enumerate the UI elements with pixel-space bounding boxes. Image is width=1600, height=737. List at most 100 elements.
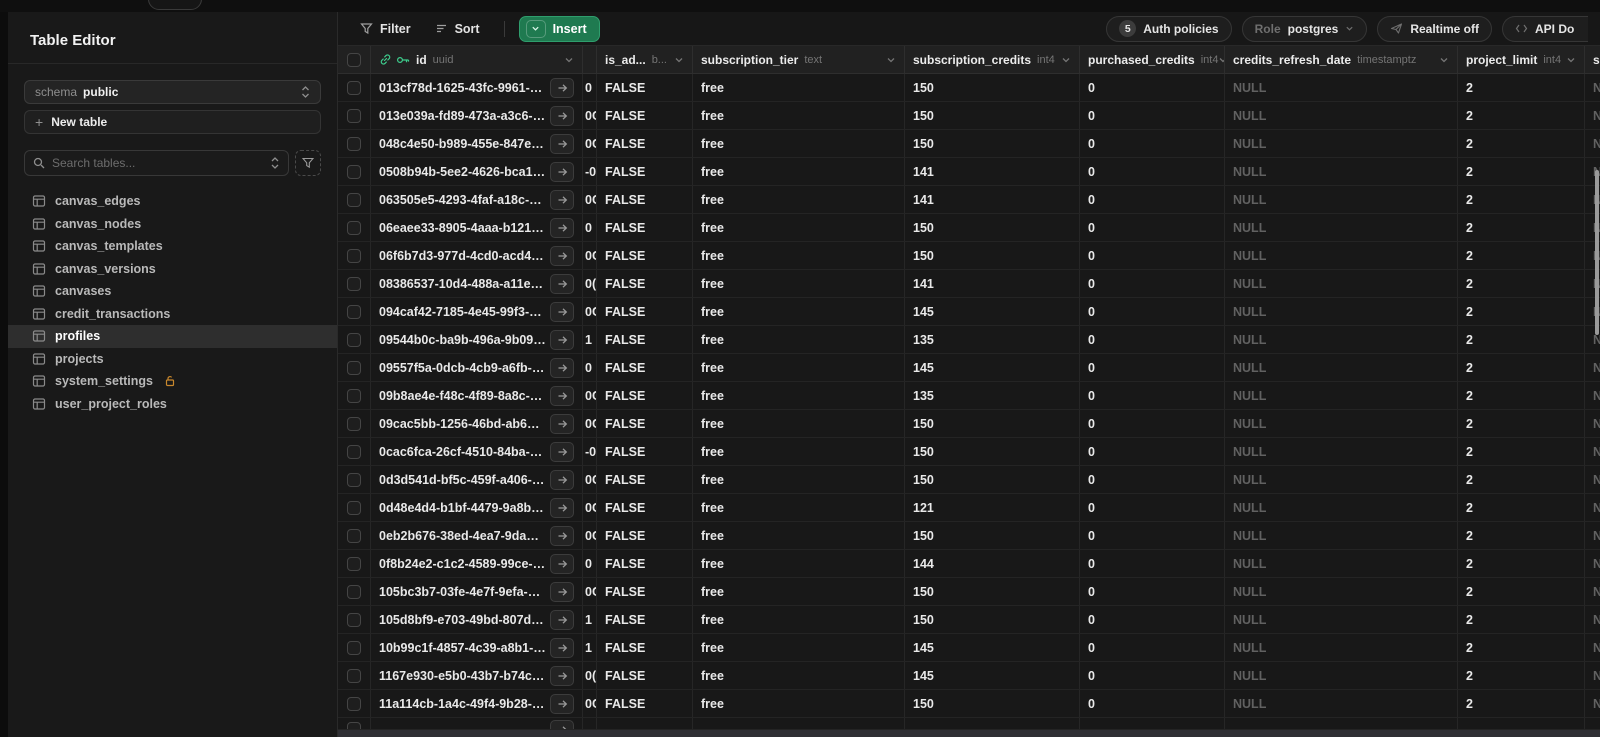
cell-subscription-credits[interactable]: 145 [905, 634, 1080, 661]
expand-row-button[interactable] [550, 245, 574, 266]
cell-purchased-credits[interactable]: 0 [1080, 214, 1225, 241]
cell-purchased-credits[interactable]: 0 [1080, 186, 1225, 213]
sidebar-item-user_project_roles[interactable]: user_project_roles [8, 393, 337, 416]
cell-subscription-tier[interactable]: free [693, 550, 905, 577]
cell-id[interactable]: 06f6b7d3-977d-4cd0-acd4-4a78... [371, 242, 583, 269]
cell-clipped-right[interactable]: NU [1585, 438, 1600, 465]
cell-subscription-credits[interactable]: 150 [905, 214, 1080, 241]
cell-subscription-credits[interactable]: 135 [905, 382, 1080, 409]
cell-subscription-tier[interactable]: free [693, 326, 905, 353]
cell-is-admin[interactable]: FALSE [597, 326, 693, 353]
cell-subscription-credits[interactable]: 145 [905, 662, 1080, 689]
expand-row-button[interactable] [550, 385, 574, 406]
cell-id[interactable]: 094caf42-7185-4e45-99f3-14abee... [371, 298, 583, 325]
cell-subscription-credits[interactable]: 135 [905, 326, 1080, 353]
cell-subscription-tier[interactable]: free [693, 494, 905, 521]
sidebar-item-canvas_edges[interactable]: canvas_edges [8, 190, 337, 213]
cell-clipped-right[interactable]: NU [1585, 354, 1600, 381]
cell-credits-refresh-date[interactable]: NULL [1225, 242, 1458, 269]
cell-credits-refresh-date[interactable]: NULL [1225, 102, 1458, 129]
cell-is-admin[interactable]: FALSE [597, 690, 693, 717]
row-checkbox[interactable] [347, 696, 361, 711]
cell-credits-refresh-date[interactable]: NULL [1225, 466, 1458, 493]
cell-credits-refresh-date[interactable]: NULL [1225, 186, 1458, 213]
cell-project-limit[interactable]: 2 [1458, 354, 1585, 381]
cell-subscription-tier[interactable]: free [693, 74, 905, 101]
chevron-down-icon[interactable] [1061, 55, 1071, 65]
cell-id[interactable]: 09557f5a-0dcb-4cb9-a6fb-fff366... [371, 354, 583, 381]
row-checkbox[interactable] [347, 248, 361, 263]
cell-project-limit[interactable]: 2 [1458, 102, 1585, 129]
expand-row-button[interactable] [550, 301, 574, 322]
horizontal-scrollbar[interactable] [338, 730, 1600, 737]
cell-is-admin[interactable]: FALSE [597, 298, 693, 325]
cell-id[interactable]: 105bc3b7-03fe-4e7f-9efa-21bb40... [371, 578, 583, 605]
sidebar-item-projects[interactable]: projects [8, 348, 337, 371]
cell-credits-refresh-date[interactable]: NULL [1225, 298, 1458, 325]
chevron-down-icon[interactable] [674, 55, 684, 65]
cell-purchased-credits[interactable]: 0 [1080, 662, 1225, 689]
cell-credits-refresh-date[interactable]: NULL [1225, 158, 1458, 185]
sidebar-filter-button[interactable] [295, 150, 321, 176]
row-checkbox[interactable] [347, 360, 361, 375]
cell-subscription-tier[interactable]: free [693, 522, 905, 549]
cell-clipped[interactable]: 0 [583, 214, 597, 241]
cell-id[interactable]: 105d8bf9-e703-49bd-807d-645e... [371, 606, 583, 633]
cell-id[interactable]: 0eb2b676-38ed-4ea7-9dad-38e6... [371, 522, 583, 549]
sidebar-item-system_settings[interactable]: system_settings [8, 370, 337, 393]
cell-purchased-credits[interactable]: 0 [1080, 158, 1225, 185]
column-header-subscription-credits[interactable]: subscription_credits int4 [905, 46, 1080, 73]
cell-clipped-right[interactable]: NU [1585, 410, 1600, 437]
cell-id[interactable]: 08386537-10d4-488a-a11e-eb5a6... [371, 270, 583, 297]
cell-subscription-tier[interactable]: free [693, 270, 905, 297]
expand-row-button[interactable] [550, 105, 574, 126]
cell-clipped[interactable]: 0C [583, 466, 597, 493]
realtime-toggle-button[interactable]: Realtime off [1377, 15, 1492, 42]
cell-credits-refresh-date[interactable]: NULL [1225, 214, 1458, 241]
cell-purchased-credits[interactable]: 0 [1080, 410, 1225, 437]
chevron-down-icon[interactable] [886, 55, 896, 65]
expand-row-button[interactable] [550, 665, 574, 686]
cell-purchased-credits[interactable]: 0 [1080, 130, 1225, 157]
cell-id[interactable]: 0f8b24e2-c1c2-4589-99ce-2c52d... [371, 550, 583, 577]
cell-project-limit[interactable]: 2 [1458, 326, 1585, 353]
insert-button[interactable]: Insert [518, 15, 600, 42]
cell-credits-refresh-date[interactable]: NULL [1225, 634, 1458, 661]
cell-purchased-credits[interactable]: 0 [1080, 438, 1225, 465]
cell-subscription-credits[interactable]: 150 [905, 242, 1080, 269]
cell-clipped-right[interactable]: NU [1585, 550, 1600, 577]
cell-credits-refresh-date[interactable]: NULL [1225, 662, 1458, 689]
cell-clipped[interactable]: 0( [583, 270, 597, 297]
cell-subscription-tier[interactable]: free [693, 466, 905, 493]
cell-purchased-credits[interactable]: 0 [1080, 242, 1225, 269]
row-checkbox[interactable] [347, 276, 361, 291]
sidebar-item-canvas_nodes[interactable]: canvas_nodes [8, 213, 337, 236]
cell-purchased-credits[interactable]: 0 [1080, 494, 1225, 521]
cell-clipped[interactable]: 0C [583, 522, 597, 549]
cell-id[interactable]: 10b99c1f-4857-4c39-a8b1-263b8... [371, 634, 583, 661]
chevron-down-icon[interactable] [1439, 55, 1449, 65]
cell-project-limit[interactable]: 2 [1458, 242, 1585, 269]
cell-subscription-credits[interactable]: 145 [905, 298, 1080, 325]
api-docs-button[interactable]: API Do [1502, 15, 1588, 42]
cell-clipped-right[interactable]: NU [1585, 578, 1600, 605]
cell-clipped-right[interactable]: NU [1585, 74, 1600, 101]
cell-clipped[interactable]: 0C [583, 690, 597, 717]
cell-is-admin[interactable]: FALSE [597, 550, 693, 577]
cell-clipped[interactable]: -0 [583, 438, 597, 465]
column-header-project-limit[interactable]: project_limit int4 [1458, 46, 1585, 73]
cell-credits-refresh-date[interactable]: NULL [1225, 690, 1458, 717]
cell-purchased-credits[interactable]: 0 [1080, 606, 1225, 633]
new-table-button[interactable]: + New table [24, 110, 321, 134]
row-checkbox[interactable] [347, 721, 361, 729]
cell-project-limit[interactable]: 2 [1458, 634, 1585, 661]
cell-id[interactable]: 013cf78d-1625-43fc-9961-442189... [371, 74, 583, 101]
cell-clipped[interactable]: 0C [583, 410, 597, 437]
expand-row-button[interactable] [550, 273, 574, 294]
cell-id[interactable]: 0cac6fca-26cf-4510-84ba-c4580... [371, 438, 583, 465]
auth-policies-button[interactable]: 5 Auth policies [1106, 15, 1232, 42]
cell-credits-refresh-date[interactable]: NULL [1225, 270, 1458, 297]
cell-subscription-credits[interactable]: 150 [905, 690, 1080, 717]
expand-row-button[interactable] [550, 497, 574, 518]
cell-clipped-right[interactable]: NU [1585, 606, 1600, 633]
